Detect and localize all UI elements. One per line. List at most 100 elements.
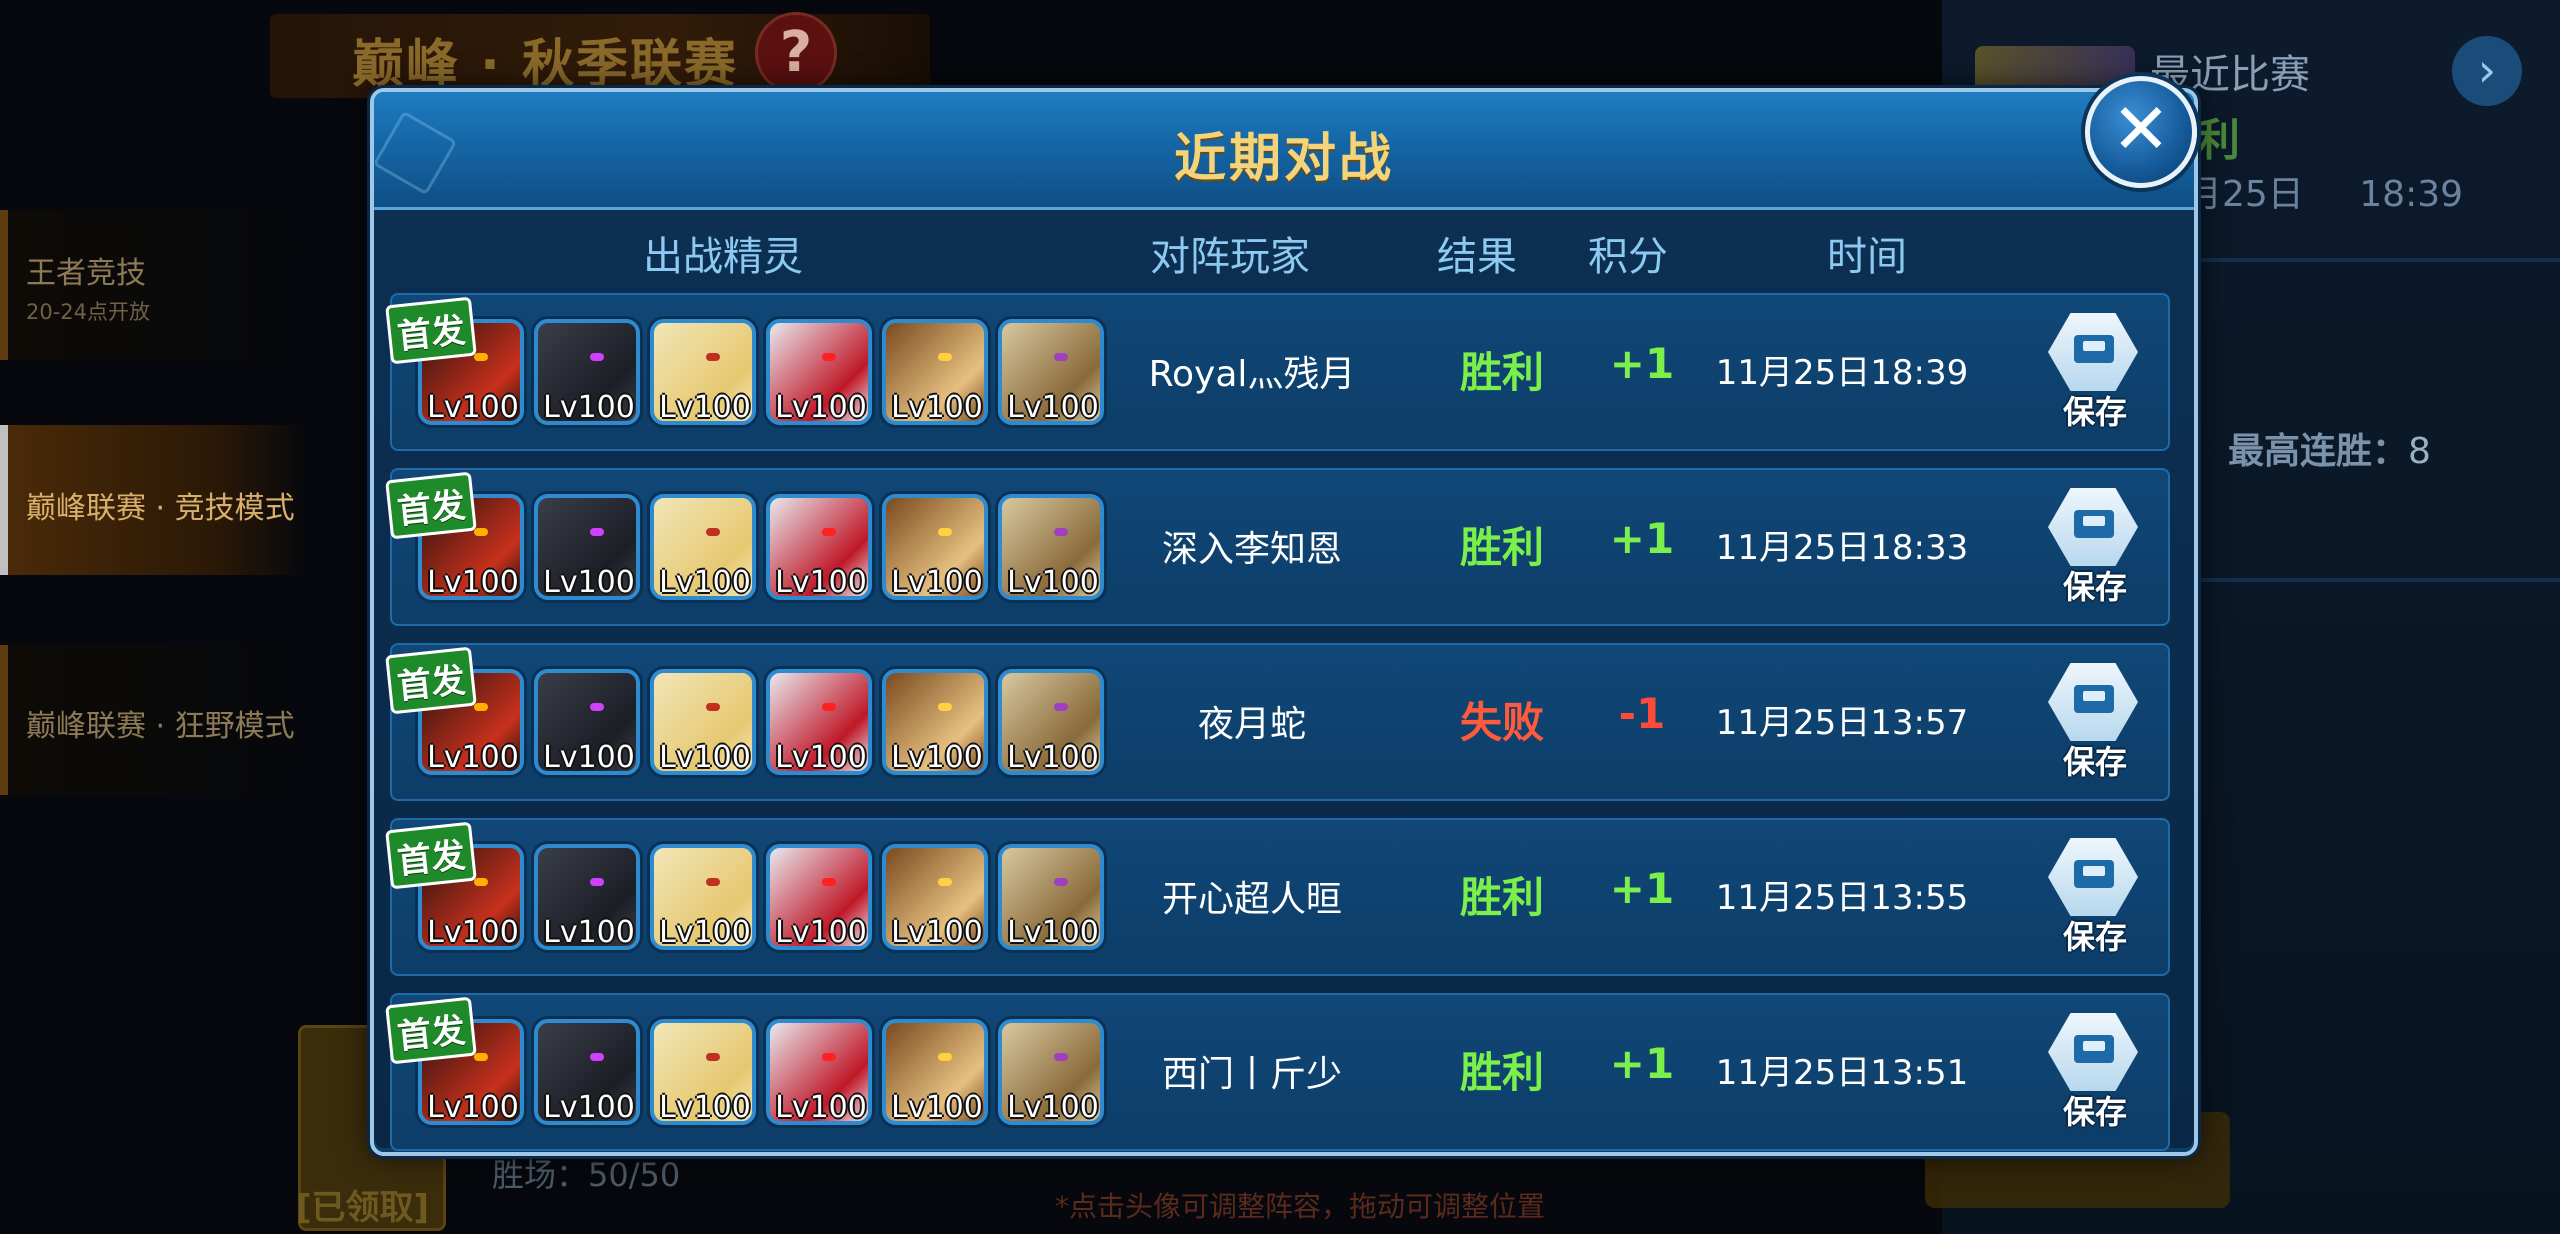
sprite-level: Lv100 — [1007, 915, 1099, 950]
column-header-opponent: 对阵玩家 — [1150, 234, 1310, 280]
sprite-eye-icon — [590, 878, 604, 886]
battle-row: Lv100 Lv100 Lv100 Lv100 Lv100 Lv100 首发 西门丨斤少 胜利 +… — [385, 993, 2170, 1151]
sprite-level: Lv100 — [427, 390, 519, 425]
light-beast-sprite[interactable]: Lv100 — [650, 494, 756, 600]
save-label: 保存 — [2062, 1093, 2127, 1131]
golden-dragon-sprite[interactable]: Lv100 — [998, 319, 1104, 425]
brown-falcon-sprite[interactable]: Lv100 — [882, 319, 988, 425]
save-label: 保存 — [2062, 743, 2127, 781]
score-change: +1 — [1609, 864, 1675, 913]
shadow-wolf-sprite[interactable]: Lv100 — [534, 319, 640, 425]
menu-item-sublabel: 20-24点开放 — [26, 300, 151, 324]
brown-falcon-sprite[interactable]: Lv100 — [882, 844, 988, 950]
brown-falcon-sprite[interactable]: Lv100 — [882, 669, 988, 775]
close-icon: ✕ — [2111, 88, 2171, 170]
sprite-eye-icon — [1054, 353, 1068, 361]
light-beast-sprite[interactable]: Lv100 — [650, 844, 756, 950]
battle-time: 11月25日13:55 — [1715, 878, 1969, 918]
battle-row: Lv100 Lv100 Lv100 Lv100 Lv100 Lv100 首发 夜月蛇 失败 -1 1… — [385, 643, 2170, 801]
sprite-eye-icon — [474, 1053, 488, 1061]
battle-result: 胜利 — [1459, 873, 1544, 922]
shadow-wolf-sprite[interactable]: Lv100 — [534, 1019, 640, 1125]
shadow-wolf-sprite[interactable]: Lv100 — [534, 494, 640, 600]
sprite-eye-icon — [938, 528, 952, 536]
close-button[interactable]: ✕ — [2085, 76, 2197, 188]
light-beast-sprite[interactable]: Lv100 — [650, 669, 756, 775]
shadow-wolf-sprite[interactable]: Lv100 — [534, 669, 640, 775]
sprite-eye-icon — [938, 1053, 952, 1061]
light-beast-sprite[interactable]: Lv100 — [650, 319, 756, 425]
light-beast-sprite[interactable]: Lv100 — [650, 1019, 756, 1125]
sprite-eye-icon — [938, 703, 952, 711]
menu-item-peak-competitive[interactable]: 巅峰联赛 · 竞技模式 — [0, 425, 308, 575]
white-knight-sprite[interactable]: Lv100 — [766, 494, 872, 600]
first-starter-badge: 首发 — [385, 646, 477, 715]
sprite-level: Lv100 — [659, 915, 751, 950]
white-knight-sprite[interactable]: Lv100 — [766, 844, 872, 950]
sprite-level: Lv100 — [543, 390, 635, 425]
sprite-level: Lv100 — [1007, 1090, 1099, 1125]
sprite-eye-icon — [1054, 528, 1068, 536]
first-starter-badge: 首发 — [385, 821, 477, 890]
sprite-eye-icon — [706, 703, 720, 711]
sprite-level: Lv100 — [775, 1090, 867, 1125]
save-replay-button[interactable]: 保存 — [2040, 488, 2150, 606]
white-knight-sprite[interactable]: Lv100 — [766, 1019, 872, 1125]
sprite-eye-icon — [822, 703, 836, 711]
menu-item-king-arena[interactable]: 王者竞技 20-24点开放 — [0, 210, 308, 360]
chevron-right-icon[interactable]: › — [2452, 36, 2522, 106]
golden-dragon-sprite[interactable]: Lv100 — [998, 669, 1104, 775]
sprite-eye-icon — [590, 1053, 604, 1061]
sprite-eye-icon — [474, 878, 488, 886]
sprite-level: Lv100 — [891, 1090, 983, 1125]
battle-result: 胜利 — [1459, 523, 1544, 572]
sprite-eye-icon — [1054, 878, 1068, 886]
save-replay-button[interactable]: 保存 — [2040, 313, 2150, 431]
sprite-level: Lv100 — [775, 740, 867, 775]
score-change: -1 — [1618, 689, 1666, 738]
golden-dragon-sprite[interactable]: Lv100 — [998, 844, 1104, 950]
score-change: +1 — [1609, 339, 1675, 388]
sprite-eye-icon — [474, 703, 488, 711]
menu-item-peak-wild[interactable]: 巅峰联赛 · 狂野模式 — [0, 645, 308, 795]
sprite-eye-icon — [822, 353, 836, 361]
sprite-eye-icon — [590, 528, 604, 536]
sprite-level: Lv100 — [891, 565, 983, 600]
recent-match-date: 月25日 18:39 — [2186, 165, 2463, 217]
help-button[interactable]: ? — [755, 12, 837, 94]
save-replay-button[interactable]: 保存 — [2040, 663, 2150, 781]
first-starter-badge: 首发 — [385, 296, 477, 365]
opponent-name: Royal灬残月 — [1148, 354, 1356, 395]
battle-time: 11月25日18:33 — [1715, 528, 1969, 568]
recent-match-time: 18:39 — [2359, 174, 2464, 215]
sprite-level: Lv100 — [775, 390, 867, 425]
wins-count: 胜场：50/50 — [492, 1156, 681, 1194]
menu-item-label: 巅峰联赛 · 竞技模式 — [26, 491, 295, 526]
sprite-level: Lv100 — [1007, 390, 1099, 425]
save-replay-button[interactable]: 保存 — [2040, 1013, 2150, 1131]
shadow-wolf-sprite[interactable]: Lv100 — [534, 844, 640, 950]
golden-dragon-sprite[interactable]: Lv100 — [998, 1019, 1104, 1125]
sprite-level: Lv100 — [775, 565, 867, 600]
save-replay-button[interactable]: 保存 — [2040, 838, 2150, 956]
sprite-level: Lv100 — [891, 390, 983, 425]
sprite-level: Lv100 — [427, 740, 519, 775]
brown-falcon-sprite[interactable]: Lv100 — [882, 1019, 988, 1125]
opponent-name: 开心超人晅 — [1161, 879, 1342, 920]
recent-match-result: 利 — [2196, 115, 2240, 166]
brown-falcon-sprite[interactable]: Lv100 — [882, 494, 988, 600]
golden-dragon-sprite[interactable]: Lv100 — [998, 494, 1104, 600]
dialog-title: 近期对战 — [1173, 129, 1394, 189]
video-camera-icon — [2074, 510, 2114, 538]
column-header-time: 时间 — [1827, 234, 1907, 280]
menu-item-label: 巅峰联赛 · 狂野模式 — [26, 709, 295, 744]
sprite-eye-icon — [706, 353, 720, 361]
white-knight-sprite[interactable]: Lv100 — [766, 669, 872, 775]
opponent-name: 深入李知恩 — [1161, 529, 1342, 570]
sprite-level: Lv100 — [543, 740, 635, 775]
save-label: 保存 — [2062, 393, 2127, 431]
white-knight-sprite[interactable]: Lv100 — [766, 319, 872, 425]
sprite-eye-icon — [706, 528, 720, 536]
lineup-hint: *点击头像可调整阵容，拖动可调整位置 — [1055, 1190, 1546, 1223]
sprite-level: Lv100 — [659, 565, 751, 600]
